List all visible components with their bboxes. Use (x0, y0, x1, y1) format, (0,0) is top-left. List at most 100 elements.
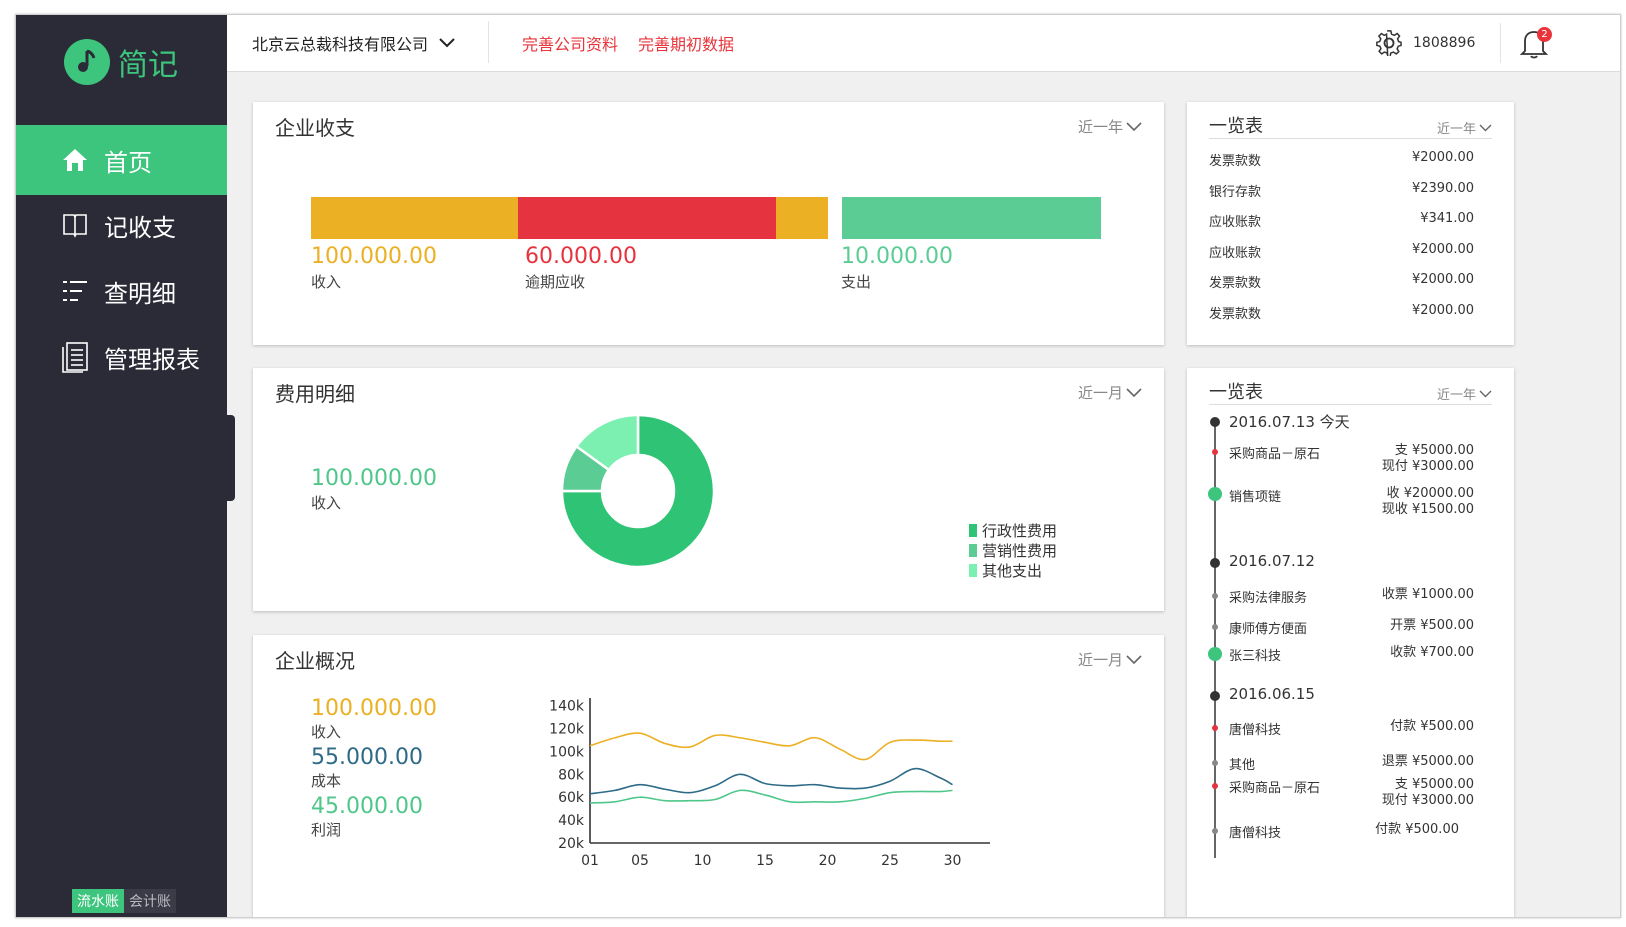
entry-name[interactable]: 唐僧科技 (1229, 822, 1281, 841)
sidebar: 简记 首页 记收支 查明细 管理报表 流水账 会计账 (16, 15, 227, 917)
timeline-date: 2016.07.12 (1229, 552, 1315, 570)
summary-row[interactable]: 发票款数 ¥2000.00 (1209, 303, 1474, 323)
timeline-date: 2016.07.13 今天 (1229, 413, 1350, 431)
summary-row[interactable]: 发票款数 ¥2000.00 (1209, 150, 1474, 170)
card-title: 一览表 (1209, 382, 1263, 403)
timeline-dot (1212, 828, 1218, 834)
summary-row-value: ¥341.00 (1420, 211, 1474, 227)
period-label: 近一年 (1436, 122, 1476, 137)
period-selector[interactable]: 近一月 (1078, 649, 1142, 670)
company-selector[interactable]: 北京云总裁科技有限公司 (252, 15, 456, 71)
entry-name[interactable]: 康师傅方便面 (1229, 618, 1307, 637)
card-title: 企业收支 (275, 116, 355, 140)
period-selector[interactable]: 近一月 (1078, 382, 1142, 403)
legend-swatch (969, 543, 977, 557)
complete-initial-data-link[interactable]: 完善期初数据 (638, 15, 734, 71)
entry-name[interactable]: 采购商品－原石 (1229, 443, 1320, 462)
income-label: 收入 (311, 273, 342, 291)
summary-row-value: ¥2000.00 (1411, 241, 1474, 257)
summary-row[interactable]: 应收账款 ¥341.00 (1209, 211, 1474, 231)
card-title: 费用明细 (275, 382, 355, 406)
income-bar (311, 197, 828, 239)
x-tick-label: 15 (756, 853, 774, 869)
legend-item: 行政性费用 (969, 520, 1057, 540)
complete-profile-link[interactable]: 完善公司资料 (522, 15, 618, 71)
entry-amount: 支 ¥5000.00 现付 ¥3000.00 (1382, 777, 1474, 809)
period-selector[interactable]: 近一年 (1437, 384, 1492, 403)
summary-row[interactable]: 应收账款 ¥2000.00 (1209, 242, 1474, 262)
x-tick-label: 25 (881, 853, 899, 869)
nav-home-label: 首页 (104, 148, 152, 177)
entry-amount-secondary: 现付 ¥3000.00 (1381, 459, 1474, 474)
summary-row[interactable]: 银行存款 ¥2390.00 (1209, 181, 1474, 201)
timeline-date-dot (1210, 691, 1220, 701)
income-value: 100.000.00 (311, 696, 437, 721)
gear-icon (1376, 30, 1402, 57)
entry-amount: 付款 ¥500.00 (1375, 822, 1459, 837)
entry-amount: 收票 ¥1000.00 (1381, 587, 1474, 602)
chevron-down-icon (1126, 121, 1142, 131)
overview-card: 企业概况 近一月 100.000.00 收入 55.000.00 成本 45.0… (253, 635, 1164, 917)
series-line (589, 732, 953, 761)
entry-name[interactable]: 销售项链 (1229, 486, 1281, 505)
timeline-dot (1208, 487, 1222, 501)
legend-label: 营销性费用 (982, 541, 1058, 560)
expense-donut-chart (560, 413, 716, 569)
overdue-label: 逾期应收 (525, 273, 586, 291)
period-selector[interactable]: 近一年 (1437, 118, 1492, 137)
app-window: 简记 首页 记收支 查明细 管理报表 流水账 会计账 北京云总裁科技有限公司 完… (15, 14, 1621, 918)
expense-detail-card: 费用明细 近一月 100.000.00 收入 行政性费用 营销性费用 其他支出 (253, 368, 1164, 611)
book-icon (60, 210, 90, 240)
summary-row-value: ¥2000.00 (1411, 303, 1474, 318)
entry-amount-primary: 支 ¥5000.00 (1394, 777, 1474, 792)
chevron-down-icon (1126, 387, 1142, 397)
nav-details-label: 查明细 (104, 279, 176, 308)
legend-item: 营销性费用 (969, 540, 1057, 560)
legend-swatch (969, 563, 977, 577)
entry-name[interactable]: 其他 (1229, 754, 1255, 773)
timeline-date-dot (1210, 558, 1220, 568)
donut-legend: 行政性费用 营销性费用 其他支出 (969, 520, 1057, 580)
sidebar-collapse-handle[interactable] (227, 415, 235, 501)
entry-amount: 支 ¥5000.00 现付 ¥3000.00 (1382, 443, 1474, 475)
user-menu[interactable]: 1808896 (1375, 15, 1475, 71)
summary-row-value: ¥2390.00 (1411, 180, 1474, 196)
entry-amount-primary: 收 ¥20000.00 (1386, 486, 1474, 501)
x-tick-label: 30 (944, 853, 962, 869)
nav-details[interactable]: 查明细 (16, 256, 227, 326)
username: 1808896 (1413, 35, 1476, 51)
summary-row[interactable]: 发票款数 ¥2000.00 (1209, 272, 1474, 292)
summary-row-label: 发票款数 (1209, 307, 1262, 322)
brand-name: 简记 (118, 48, 178, 83)
top-divider (488, 21, 489, 63)
y-tick-label: 80k (558, 767, 585, 783)
nav-reports[interactable]: 管理报表 (16, 322, 227, 392)
nav-record[interactable]: 记收支 (16, 190, 227, 260)
mode-cashbook[interactable]: 流水账 (72, 889, 124, 913)
brand-logo[interactable]: 简记 (64, 39, 178, 85)
nav-home[interactable]: 首页 (16, 125, 227, 195)
y-tick-label: 120k (549, 722, 585, 738)
timeline-dot (1212, 725, 1218, 731)
y-tick-label: 60k (558, 790, 585, 806)
entry-name[interactable]: 张三科技 (1229, 645, 1281, 664)
mode-accounting[interactable]: 会计账 (124, 889, 176, 913)
timeline-line (1214, 418, 1216, 858)
overdue-value: 60.000.00 (525, 244, 637, 269)
title-rule (1209, 138, 1492, 139)
entry-name[interactable]: 采购商品－原石 (1229, 777, 1320, 796)
entry-name[interactable]: 采购法律服务 (1229, 587, 1307, 606)
top-bar: 北京云总裁科技有限公司 完善公司资料 完善期初数据 1808896 2 (227, 15, 1620, 72)
entry-name[interactable]: 唐僧科技 (1229, 719, 1281, 738)
expense-value: 10.000.00 (841, 244, 953, 269)
period-label: 近一年 (1077, 118, 1123, 136)
cost-value: 55.000.00 (311, 745, 423, 770)
income-bar-remainder (776, 197, 828, 239)
cost-label: 成本 (311, 772, 342, 790)
entry-amount: 付款 ¥500.00 (1390, 719, 1474, 734)
period-selector[interactable]: 近一年 (1078, 116, 1142, 137)
income-value: 100.000.00 (311, 244, 437, 269)
card-title: 企业概况 (275, 649, 355, 673)
profit-value: 45.000.00 (311, 794, 423, 819)
document-icon (60, 342, 90, 373)
